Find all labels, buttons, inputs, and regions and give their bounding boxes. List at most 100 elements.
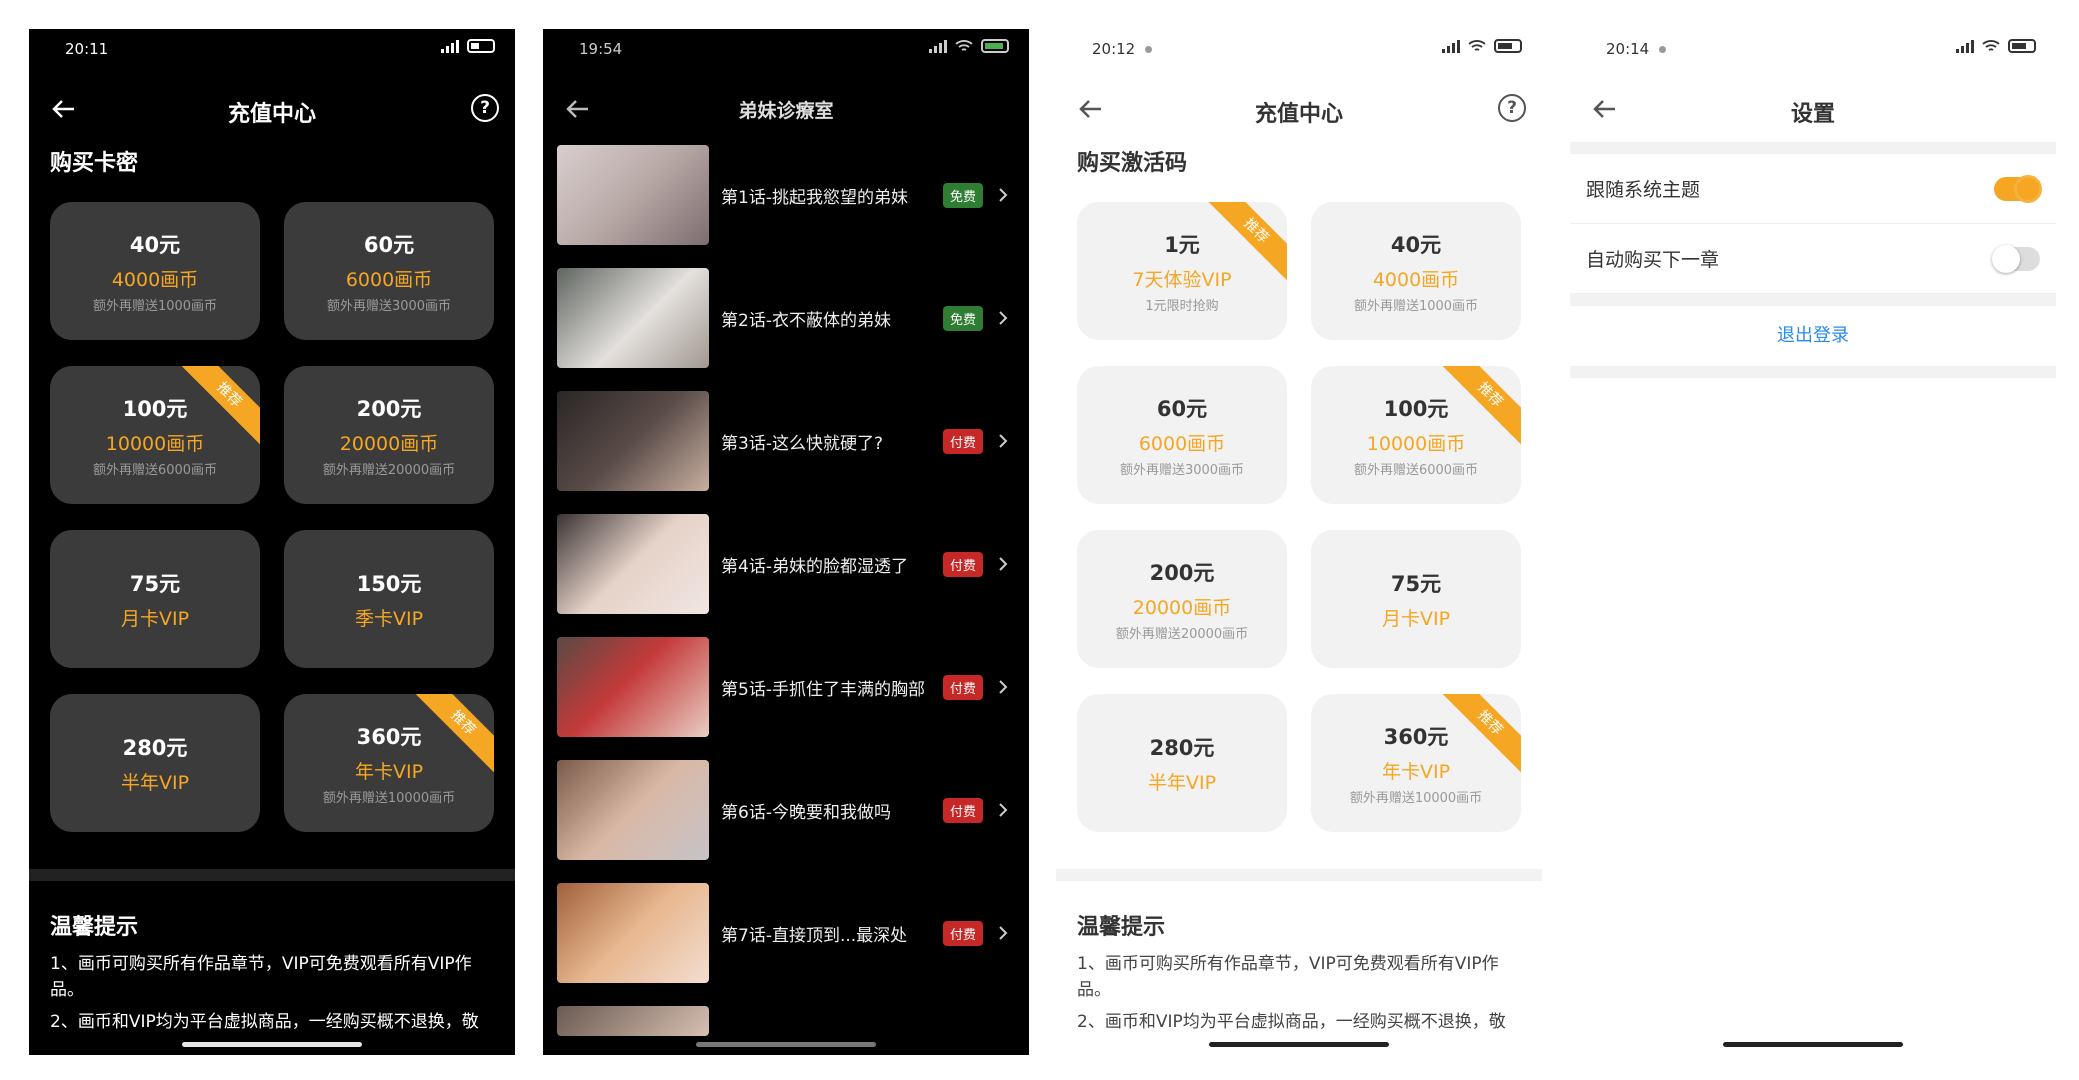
chapter-row[interactable]: 第7话-直接顶到...最深处 付费: [557, 883, 1015, 983]
card-desc: 6000画币: [345, 268, 433, 291]
recharge-card[interactable]: 280元 半年VIP: [50, 694, 260, 832]
recharge-card[interactable]: 60元 6000画币 额外再赠送3000画币: [1077, 366, 1287, 504]
chapter-row[interactable]: 第1话-挑起我慾望的弟妹 免费: [557, 145, 1015, 245]
card-desc: 10000画币: [1366, 432, 1466, 455]
home-indicator[interactable]: [182, 1042, 362, 1047]
battery-icon: [1494, 39, 1522, 53]
battery-icon: [2008, 39, 2036, 53]
chapter-row[interactable]: 第6话-今晚要和我做吗 付费: [557, 760, 1015, 860]
card-desc: 7天体验VIP: [1132, 268, 1232, 291]
recharge-card[interactable]: 40元 4000画币 额外再赠送1000画币: [50, 202, 260, 340]
recharge-card[interactable]: 60元 6000画币 额外再赠送3000画币: [284, 202, 494, 340]
help-icon[interactable]: ?: [1498, 94, 1526, 122]
recharge-card[interactable]: 200元 20000画币 额外再赠送20000画币: [284, 366, 494, 504]
status-bar: 20:11: [29, 37, 515, 61]
auto-buy-toggle[interactable]: [1992, 244, 2040, 273]
home-indicator[interactable]: [1723, 1042, 1903, 1047]
card-desc: 季卡VIP: [354, 607, 424, 630]
recharge-card[interactable]: 推荐 360元 年卡VIP 额外再赠送10000画币: [1311, 694, 1521, 832]
chapter-thumbnail: [557, 268, 709, 368]
chapter-thumbnail: [557, 1006, 709, 1036]
recharge-card[interactable]: 75元 月卡VIP: [1311, 530, 1521, 668]
recharge-card[interactable]: 150元 季卡VIP: [284, 530, 494, 668]
chapter-row[interactable]: 第5话-手抓住了丰满的胸部 付费: [557, 637, 1015, 737]
recharge-card[interactable]: 75元 月卡VIP: [50, 530, 260, 668]
status-time: 20:12: [1092, 40, 1153, 58]
chapter-row[interactable]: 第3话-这么快就硬了? 付费: [557, 391, 1015, 491]
card-price: 200元: [356, 396, 422, 421]
card-price: 60元: [1156, 396, 1208, 421]
card-note: 额外再赠送6000画币: [92, 462, 218, 478]
card-desc: 4000画币: [111, 268, 199, 291]
home-indicator[interactable]: [696, 1042, 876, 1047]
signal-icon: [1442, 39, 1460, 53]
chapter-badge: 付费: [942, 551, 983, 577]
chapter-row[interactable]: 第2话-衣不蔽体的弟妹 免费: [557, 268, 1015, 368]
chapter-badge: 免费: [942, 305, 983, 331]
recharge-card[interactable]: 200元 20000画币 额外再赠送20000画币: [1077, 530, 1287, 668]
wifi-icon: [955, 39, 973, 53]
page-title: 充值中心: [1254, 102, 1343, 127]
tip-text: 2、画币和VIP均为平台虚拟商品，一经购买概不退换，敬: [1077, 1012, 1506, 1032]
chapter-title: 第6话-今晚要和我做吗: [721, 802, 891, 823]
logout-button[interactable]: 退出登录: [1570, 306, 2056, 366]
card-note: 额外再赠送3000画币: [326, 298, 452, 314]
card-note: 额外再赠送20000画币: [322, 462, 456, 478]
card-note: 额外再赠送6000画币: [1353, 462, 1479, 478]
card-price: 40元: [129, 232, 181, 257]
status-time: 19:54: [579, 40, 623, 58]
screen-settings: 20:14 设置 跟随系统主题 自动购买下一章 退出登录: [1570, 29, 2056, 1055]
chapter-thumbnail: [557, 637, 709, 737]
card-desc: 20000画币: [339, 432, 439, 455]
page-title: 充值中心: [227, 102, 316, 127]
battery-icon: [467, 39, 495, 53]
status-bar: 19:54: [543, 37, 1029, 61]
signal-icon: [1956, 39, 1974, 53]
recharge-card[interactable]: 40元 4000画币 额外再赠送1000画币: [1311, 202, 1521, 340]
page-title: 弟妹诊療室: [738, 100, 834, 122]
tip-text: 1、画币可购买所有作品章节，VIP可免费观看所有VIP作品。: [1077, 954, 1499, 1000]
card-grid: 40元 4000画币 额外再赠送1000画币 60元 6000画币 额外再赠送3…: [50, 202, 494, 832]
card-desc: 半年VIP: [120, 771, 190, 794]
card-note: 额外再赠送3000画币: [1119, 462, 1245, 478]
section-title: 购买激活码: [1077, 151, 1188, 176]
follow-theme-toggle[interactable]: [1994, 174, 2042, 203]
chapter-title: 第4话-弟妹的脸都湿透了: [721, 556, 908, 577]
tip-text: 2、画币和VIP均为平台虚拟商品，一经购买概不退换，敬: [50, 1012, 479, 1032]
card-price: 280元: [122, 735, 188, 760]
tip-text: 1、画币可购买所有作品章节，VIP可免费观看所有VIP作品。: [50, 954, 472, 1000]
recharge-card[interactable]: 推荐 1元 7天体验VIP 1元限时抢购: [1077, 202, 1287, 340]
card-desc: 10000画币: [105, 432, 205, 455]
recharge-card[interactable]: 280元 半年VIP: [1077, 694, 1287, 832]
chapter-badge: 付费: [942, 428, 983, 454]
screen-recharge-light: 20:12 充值中心 ? 购买激活码 推荐 1元 7天体验VIP 1元限时抢购 …: [1056, 29, 1542, 1055]
chapter-title: 第7话-直接顶到...最深处: [721, 925, 908, 946]
home-indicator[interactable]: [1209, 1042, 1389, 1047]
card-note: 1元限时抢购: [1145, 298, 1219, 314]
help-icon[interactable]: ?: [471, 94, 499, 122]
card-desc: 月卡VIP: [1381, 607, 1451, 630]
card-desc: 20000画币: [1132, 596, 1232, 619]
recharge-card[interactable]: 推荐 100元 10000画币 额外再赠送6000画币: [50, 366, 260, 504]
card-price: 75元: [129, 571, 181, 596]
card-price: 1元: [1164, 232, 1200, 257]
card-desc: 4000画币: [1372, 268, 1460, 291]
setting-label: 自动购买下一章: [1586, 249, 1720, 271]
setting-label: 跟随系统主题: [1586, 179, 1701, 201]
status-time: 20:14: [1606, 40, 1667, 58]
section-title: 购买卡密: [50, 151, 139, 176]
chapter-badge: 免费: [942, 182, 983, 208]
screen-recharge-dark: 20:11 充值中心 ? 购买卡密 40元 4000画币 额外再赠送1000画币…: [29, 29, 515, 1055]
chapter-row[interactable]: 第4话-弟妹的脸都湿透了 付费: [557, 514, 1015, 614]
recharge-card[interactable]: 推荐 360元 年卡VIP 额外再赠送10000画币: [284, 694, 494, 832]
card-desc: 年卡VIP: [354, 760, 424, 783]
chapter-badge: 付费: [942, 674, 983, 700]
chevron-right-icon: [991, 183, 1015, 207]
card-desc: 半年VIP: [1147, 771, 1217, 794]
chapter-title: 第1话-挑起我慾望的弟妹: [721, 187, 908, 208]
recharge-card[interactable]: 推荐 100元 10000画币 额外再赠送6000画币: [1311, 366, 1521, 504]
wifi-icon: [1468, 39, 1486, 53]
tips-title: 温馨提示: [50, 915, 139, 940]
chevron-right-icon: [991, 798, 1015, 822]
chapter-row[interactable]: [557, 1006, 1015, 1036]
